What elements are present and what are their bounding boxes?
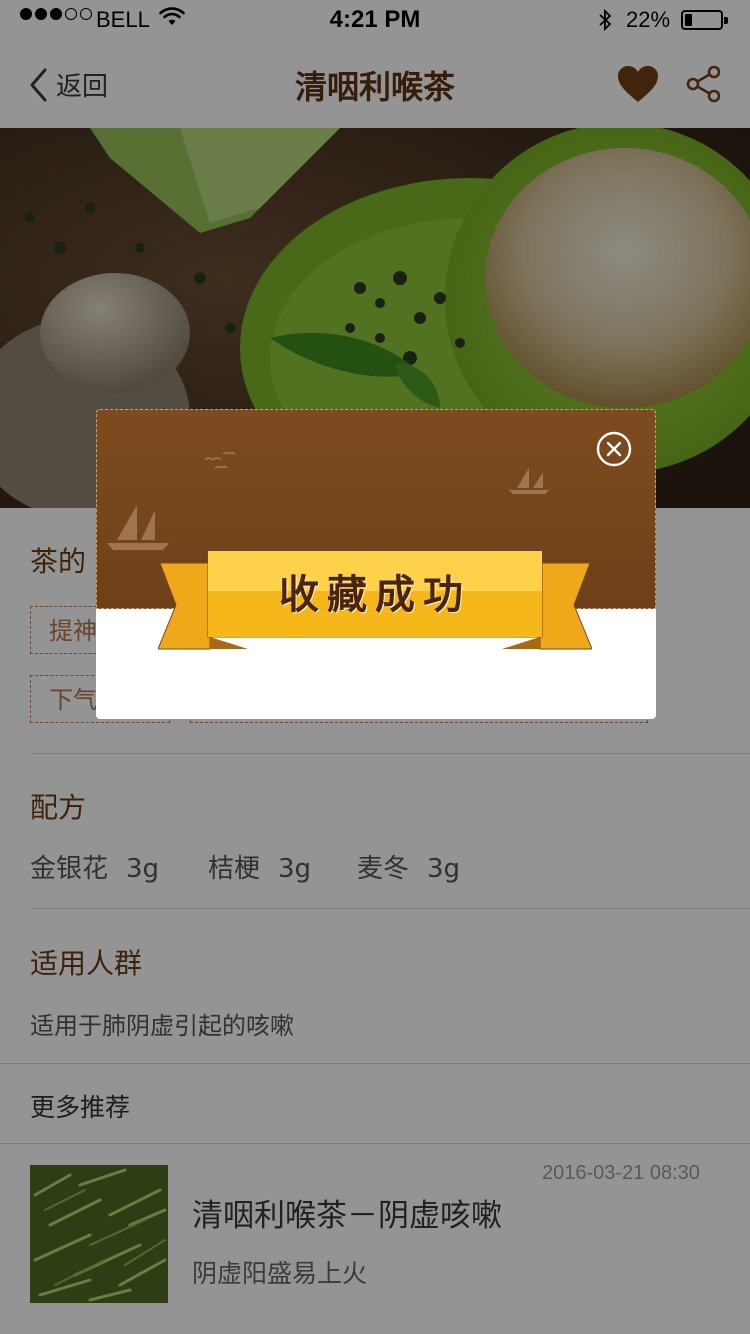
dialog-message: 收藏成功 <box>279 571 471 618</box>
close-icon <box>596 431 632 467</box>
close-button[interactable] <box>596 431 632 467</box>
favorite-success-dialog: 收藏成功 <box>96 409 656 719</box>
